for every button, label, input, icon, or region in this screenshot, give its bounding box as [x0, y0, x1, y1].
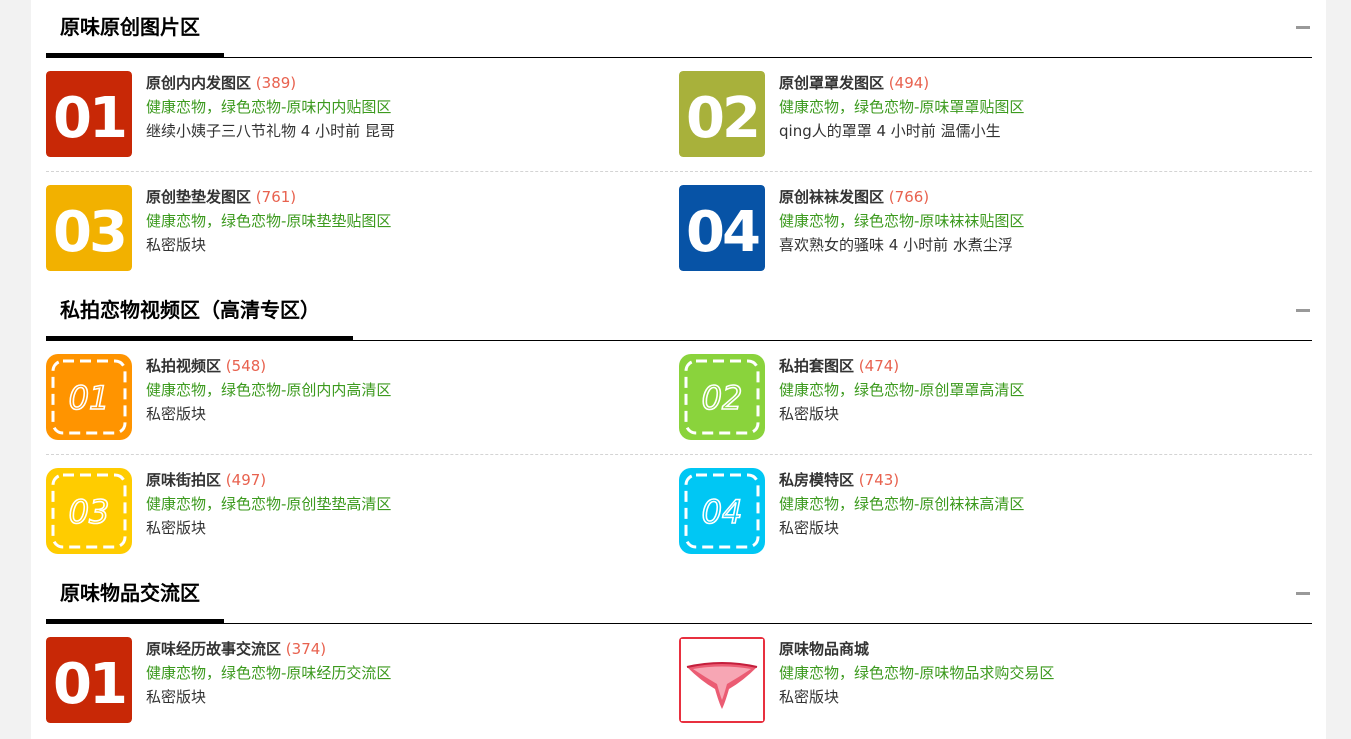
forum-last-post[interactable]: 喜欢熟女的骚味 4 小时前 水煮尘浮	[779, 233, 1239, 257]
forum-badge-icon[interactable]: 02	[679, 354, 765, 440]
forum-name-link[interactable]: 原味物品商城	[779, 640, 869, 658]
forum-badge-icon[interactable]: 02	[679, 71, 765, 157]
forum-count: (766)	[888, 188, 930, 206]
forum-count: (548)	[225, 357, 267, 375]
forum-name-link[interactable]: 私房模特区	[779, 471, 854, 489]
section-header: 原味物品交流区	[46, 566, 1312, 624]
forum-name-link[interactable]: 原创内内发图区	[146, 74, 251, 92]
forum-item[interactable]: 03 原味街拍区 (497) 健康恋物，绿色恋物-原创垫垫高清区 私密版块	[46, 468, 606, 556]
badge-graphic: 04	[679, 468, 765, 554]
badge-graphic: 02	[679, 71, 765, 157]
section-title: 原味原创图片区	[60, 15, 200, 39]
section-title: 私拍恋物视频区（高清专区）	[60, 298, 320, 322]
badge-number: 02	[686, 86, 758, 151]
badge-number: 02	[702, 379, 743, 417]
collapse-icon[interactable]	[1296, 26, 1310, 29]
forum-item[interactable]: 01 原味经历故事交流区 (374) 健康恋物，绿色恋物-原味经历交流区 私密版…	[46, 637, 606, 725]
badge-graphic: 01	[46, 71, 132, 157]
section-title: 原味物品交流区	[60, 581, 200, 605]
forum-description: 健康恋物，绿色恋物-原味罩罩贴图区	[779, 98, 1025, 116]
badge-graphic: 01	[46, 354, 132, 440]
forum-count: (474)	[858, 357, 900, 375]
badge-graphic: 01	[46, 637, 132, 723]
forum-item[interactable]: 01 原创内内发图区 (389) 健康恋物，绿色恋物-原味内内贴图区 继续小姨子…	[46, 71, 606, 159]
forum-name-link[interactable]: 原创垫垫发图区	[146, 188, 251, 206]
forum-count: (497)	[225, 471, 267, 489]
forum-description: 健康恋物，绿色恋物-原味袜袜贴图区	[779, 212, 1025, 230]
badge-number: 01	[53, 652, 125, 717]
badge-number: 03	[53, 200, 125, 265]
forum-row: 01 原味经历故事交流区 (374) 健康恋物，绿色恋物-原味经历交流区 私密版…	[46, 624, 1312, 737]
forum-last-post: 私密版块	[146, 688, 207, 706]
forum-description: 健康恋物，绿色恋物-原创罩罩高清区	[779, 381, 1025, 399]
forum-item[interactable]: 04 私房模特区 (743) 健康恋物，绿色恋物-原创袜袜高清区 私密版块	[679, 468, 1239, 556]
forum-row: 01 私拍视频区 (548) 健康恋物，绿色恋物-原创内内高清区 私密版块 02…	[46, 341, 1312, 455]
forum-description: 健康恋物，绿色恋物-原味经历交流区	[146, 664, 392, 682]
forum-last-post[interactable]: 继续小姨子三八节礼物 4 小时前 昆哥	[146, 119, 606, 143]
forum-item[interactable]: 03 原创垫垫发图区 (761) 健康恋物，绿色恋物-原味垫垫贴图区 私密版块	[46, 185, 606, 273]
forum-last-post: 私密版块	[779, 688, 840, 706]
forum-item[interactable]: 02 私拍套图区 (474) 健康恋物，绿色恋物-原创罩罩高清区 私密版块	[679, 354, 1239, 442]
forum-badge-icon[interactable]: 04	[679, 185, 765, 271]
section-header: 私拍恋物视频区（高清专区）	[46, 283, 1312, 341]
badge-graphic: 04	[679, 185, 765, 271]
forum-badge-icon[interactable]: 01	[46, 637, 132, 723]
forum-row: 03 原创垫垫发图区 (761) 健康恋物，绿色恋物-原味垫垫贴图区 私密版块 …	[46, 172, 1312, 285]
forum-name-link[interactable]: 原创袜袜发图区	[779, 188, 884, 206]
forum-count: (389)	[255, 74, 297, 92]
forum-name-link[interactable]: 原创罩罩发图区	[779, 74, 884, 92]
forum-badge-icon[interactable]: 01	[46, 71, 132, 157]
forum-item[interactable]: 01 私拍视频区 (548) 健康恋物，绿色恋物-原创内内高清区 私密版块	[46, 354, 606, 442]
forum-count: (743)	[858, 471, 900, 489]
forum-count: (374)	[285, 640, 327, 658]
section-header: 原味原创图片区	[46, 0, 1312, 58]
forum-row: 01 原创内内发图区 (389) 健康恋物，绿色恋物-原味内内贴图区 继续小姨子…	[46, 58, 1312, 172]
forum-description: 健康恋物，绿色恋物-原创内内高清区	[146, 381, 392, 399]
collapse-icon[interactable]	[1296, 592, 1310, 595]
forum-badge-icon[interactable]: 03	[46, 468, 132, 554]
forum-last-post[interactable]: qing人的罩罩 4 小时前 温儒小生	[779, 119, 1239, 143]
forum-name-link[interactable]: 原味经历故事交流区	[146, 640, 281, 658]
forum-description: 健康恋物，绿色恋物-原创袜袜高清区	[779, 495, 1025, 513]
forum-last-post: 私密版块	[146, 519, 207, 537]
forum-item[interactable]: 02 原创罩罩发图区 (494) 健康恋物，绿色恋物-原味罩罩贴图区 qing人…	[679, 71, 1239, 159]
forum-description: 健康恋物，绿色恋物-原味内内贴图区	[146, 98, 392, 116]
section-private-videos: 私拍恋物视频区（高清专区） 01 私拍视频区 (548) 健康恋物，绿色恋物-原…	[46, 283, 1312, 568]
forum-badge-icon[interactable]: 04	[679, 468, 765, 554]
badge-graphic: 03	[46, 185, 132, 271]
forum-last-post: 私密版块	[779, 405, 840, 423]
badge-graphic: 02	[679, 354, 765, 440]
forum-last-post: 私密版块	[779, 519, 840, 537]
forum-name-link[interactable]: 私拍套图区	[779, 357, 854, 375]
section-item-exchange: 原味物品交流区 01 原味经历故事交流区 (374) 健康恋物，绿色恋物-原味经…	[46, 566, 1312, 737]
badge-number: 04	[686, 200, 759, 265]
forum-page: 原味原创图片区 01 原创内内发图区 (389) 健康恋物，绿色恋物-原味内内贴…	[31, 0, 1326, 739]
forum-name-link[interactable]: 原味街拍区	[146, 471, 221, 489]
forum-count: (494)	[888, 74, 930, 92]
badge-number: 01	[69, 379, 110, 417]
forum-badge-icon[interactable]: 01	[46, 354, 132, 440]
collapse-icon[interactable]	[1296, 309, 1310, 312]
forum-description: 健康恋物，绿色恋物-原味物品求购交易区	[779, 664, 1055, 682]
forum-name-link[interactable]: 私拍视频区	[146, 357, 221, 375]
badge-number: 01	[53, 86, 125, 151]
forum-description: 健康恋物，绿色恋物-原味垫垫贴图区	[146, 212, 392, 230]
badge-graphic: 03	[46, 468, 132, 554]
section-original-images: 原味原创图片区 01 原创内内发图区 (389) 健康恋物，绿色恋物-原味内内贴…	[46, 0, 1312, 285]
forum-count: (761)	[255, 188, 297, 206]
forum-badge-icon[interactable]: 03	[46, 185, 132, 271]
forum-badge-icon[interactable]	[679, 637, 765, 723]
badge-graphic	[679, 637, 765, 723]
forum-item[interactable]: 04 原创袜袜发图区 (766) 健康恋物，绿色恋物-原味袜袜贴图区 喜欢熟女的…	[679, 185, 1239, 273]
forum-item[interactable]: 原味物品商城 健康恋物，绿色恋物-原味物品求购交易区 私密版块	[679, 637, 1239, 725]
forum-description: 健康恋物，绿色恋物-原创垫垫高清区	[146, 495, 392, 513]
badge-number: 03	[69, 493, 110, 531]
forum-last-post: 私密版块	[146, 405, 207, 423]
badge-number: 04	[702, 493, 743, 531]
forum-last-post: 私密版块	[146, 236, 207, 254]
forum-row: 03 原味街拍区 (497) 健康恋物，绿色恋物-原创垫垫高清区 私密版块 04…	[46, 455, 1312, 568]
